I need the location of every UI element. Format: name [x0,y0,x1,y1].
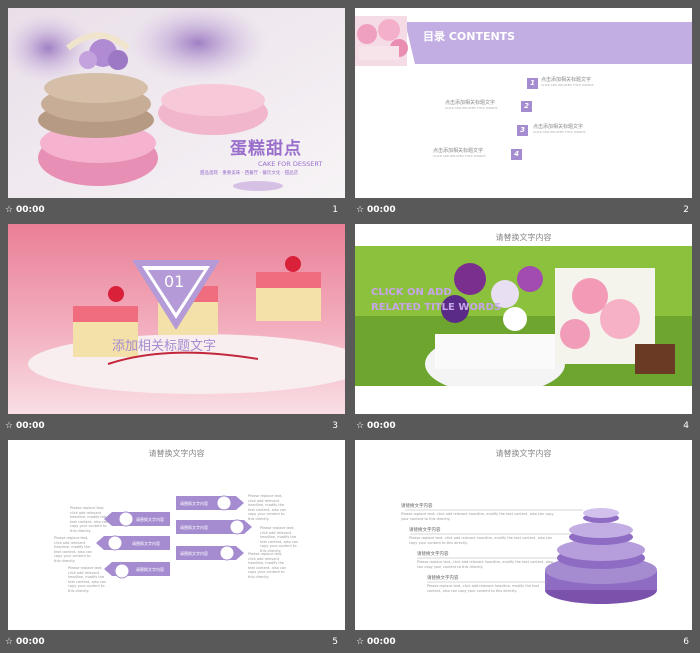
slide-2-footer: ☆ 00:00 2 [355,201,692,221]
arrow-label: 请替换文字内容 [180,525,208,530]
star-icon[interactable]: ☆ [5,205,13,215]
slide-number: 3 [332,421,338,431]
toc-label: 点击添加相关标题文字 [445,100,496,106]
body-text: Please replace text, click add relevant … [417,560,553,569]
slide-4-footer: ☆ 00:00 4 [355,417,692,437]
slide-number: 2 [683,205,689,215]
star-icon[interactable]: ☆ [5,637,13,647]
contents-header: 目录 CONTENTS [423,30,516,43]
section-title: 添加相关标题文字 [112,339,217,354]
slide-1-footer: ☆ 00:00 1 [4,201,341,221]
toc-label: 点击添加相关标题文字 [433,148,484,154]
slide-time: 00:00 [16,205,45,215]
body-text: Please replace text, click add relevant … [248,494,287,521]
cover-subtitle: CAKE FOR DESSERT [258,160,323,168]
toc-number: 4 [511,149,522,160]
slide-6[interactable]: 请替换文字内容 请替换文字内容 请替换文字内容 请替换文字内容 请替换文字内容 … [355,440,692,630]
slide-time: 00:00 [16,637,45,647]
toc-number: 2 [521,101,532,112]
overlay-line-1: CLICK ON ADD [371,287,452,298]
tier-label: 请替换文字内容 [427,576,459,581]
arrow-label: 请替换文字内容 [132,541,160,546]
body-text: Please replace text, click add relevant … [68,566,107,593]
slide-number: 5 [332,637,338,647]
arrow-label: 请替换文字内容 [136,567,164,572]
tiered-cake-diagram [405,508,657,604]
section-badge: 01 [164,272,185,291]
slide-time: 00:00 [367,637,396,647]
tier-label: 请替换文字内容 [417,552,449,557]
body-text: Please replace text, click add relevant … [260,526,299,553]
cover-title: 蛋糕甜点 [230,139,302,159]
cover-tags: 甜品蛋糕 · 重要美味 · 西餐厅 · 餐饮文化 · 甜品店 [200,171,299,176]
slide-5[interactable]: 请替换文字内容 请替换文字内容 请替换文字内容 请替换文字内容 请替换文字内容 … [8,440,345,630]
slide-3-footer: ☆ 00:00 3 [4,417,341,437]
slide-number: 4 [683,421,689,431]
arrow-label: 请替换文字内容 [180,501,208,506]
slide-number: 1 [332,205,338,215]
slide-2[interactable]: 目录 CONTENTS 1 点击添加相关标题文字 CLICK ADD RELAT… [355,8,692,198]
slide-6-footer: ☆ 00:00 6 [355,633,692,653]
body-text: Please replace text, click add relevant … [427,584,539,593]
slide-time: 00:00 [367,421,396,431]
toc-label: 点击添加相关标题文字 [533,124,584,130]
body-text: Please replace text, click add relevant … [401,512,554,521]
star-icon[interactable]: ☆ [356,421,364,431]
toc-label: 点击添加相关标题文字 [541,77,592,83]
toc-number: 3 [517,125,528,136]
toc-number: 1 [527,78,538,89]
body-text: Please replace text, click add relevant … [70,506,109,533]
slide-1[interactable]: 蛋糕甜点 CAKE FOR DESSERT 甜品蛋糕 · 重要美味 · 西餐厅 … [8,8,345,198]
slide-4[interactable]: 请替换文字内容 CLICK ON ADD RELATED TITLE WORDS [355,224,692,414]
star-icon[interactable]: ☆ [356,205,364,215]
slide-5-footer: ☆ 00:00 5 [4,633,341,653]
tier-label: 请替换文字内容 [401,504,433,509]
toc-sub: CLICK ADD RELATED TITLE WORDS [445,106,498,110]
tier-label: 请替换文字内容 [409,528,441,533]
arrow-label: 请替换文字内容 [180,551,208,556]
cake-flowers-photo [355,246,692,414]
slide-3[interactable]: 01 添加相关标题文字 [8,224,345,414]
cake-slices-photo [8,224,345,414]
toc-sub: CLICK ADD RELATED TITLE WORDS [533,130,586,134]
slide-time: 00:00 [16,421,45,431]
body-text: Please replace text, click add relevant … [54,536,93,563]
body-text: Please replace text, click add relevant … [409,536,553,545]
slide-time: 00:00 [367,205,396,215]
arrow-label: 请替换文字内容 [136,517,164,522]
toc-sub: CLICK ADD RELATED TITLE WORDS [541,83,594,87]
star-icon[interactable]: ☆ [5,421,13,431]
toc-sub: CLICK ADD RELATED TITLE WORDS [433,154,486,158]
body-text: Please replace text, click add relevant … [248,552,287,579]
slide-number: 6 [683,637,689,647]
star-icon[interactable]: ☆ [356,637,364,647]
overlay-line-2: RELATED TITLE WORDS [371,302,502,313]
